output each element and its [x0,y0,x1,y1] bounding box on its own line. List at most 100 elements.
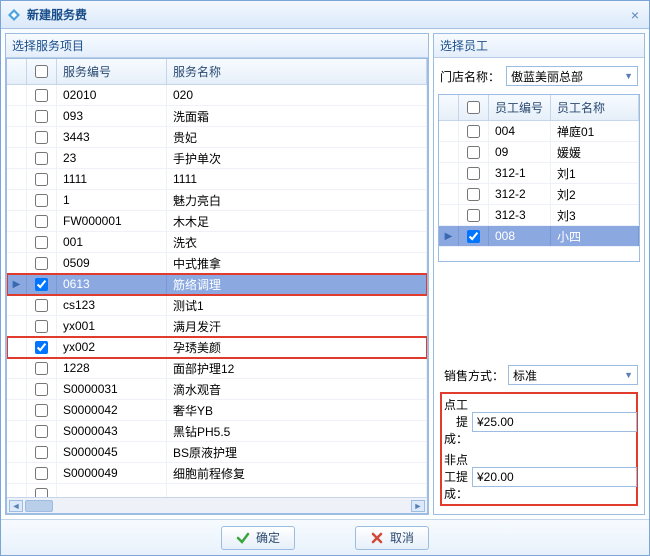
table-row[interactable]: 09媛媛 [439,142,639,163]
row-checkbox[interactable] [35,110,48,123]
table-row[interactable]: 004禅庭01 [439,121,639,142]
store-label: 门店名称： [440,68,500,85]
table-row[interactable]: 312-2刘2 [439,184,639,205]
commission2-input[interactable] [472,467,637,487]
row-checkbox[interactable] [35,278,48,291]
table-row[interactable]: S0000045BS原液护理 [7,442,427,463]
table-row[interactable]: 3443贵妃 [7,127,427,148]
row-checkbox-cell [459,184,489,204]
table-row[interactable]: ▶0613筋络调理 [7,274,427,295]
row-checkbox[interactable] [467,209,480,222]
row-checkbox[interactable] [35,152,48,165]
row-checkbox[interactable] [35,467,48,480]
row-checkbox[interactable] [467,230,480,243]
col-emp-name[interactable]: 员工名称 [551,95,639,120]
table-row[interactable]: 11111111 [7,169,427,190]
col-emp-code[interactable]: 员工编号 [489,95,551,120]
table-row[interactable]: 312-3刘3 [439,205,639,226]
row-checkbox[interactable] [35,89,48,102]
row-checkbox[interactable] [35,257,48,270]
row-indicator [439,163,459,183]
table-row[interactable]: 1魅力亮白 [7,190,427,211]
row-checkbox[interactable] [467,146,480,159]
check-all-employees[interactable] [467,101,480,114]
table-row[interactable]: S0000043黑钻PH5.5 [7,421,427,442]
table-row[interactable]: yx001满月发汗 [7,316,427,337]
row-checkbox[interactable] [35,236,48,249]
row-code: 0613 [57,274,167,294]
service-rows[interactable]: 02010020093洗面霜3443贵妃23手护单次111111111魅力亮白F… [7,85,427,497]
service-grid-header: 服务编号 服务名称 [7,59,427,85]
row-indicator [7,400,27,420]
table-row[interactable]: 23手护单次 [7,148,427,169]
close-icon[interactable]: × [627,7,643,23]
ok-button[interactable]: 确定 [221,526,295,550]
scroll-right-icon[interactable]: ► [411,500,425,512]
service-grid: 服务编号 服务名称 02010020093洗面霜3443贵妃23手护单次1111… [6,58,428,514]
row-checkbox[interactable] [35,215,48,228]
row-code: S0000031 [57,379,167,399]
scroll-thumb[interactable] [25,500,53,512]
row-indicator [7,232,27,252]
table-row[interactable]: FW000001木木足 [7,211,427,232]
row-code: S0000045 [57,442,167,462]
table-row[interactable]: 0509中式推拿 [7,253,427,274]
chevron-down-icon: ▼ [624,71,633,81]
row-name: 面部护理12 [167,358,427,378]
row-checkbox[interactable] [35,446,48,459]
row-name: 小四 [551,226,639,246]
scroll-left-icon[interactable]: ◄ [9,500,23,512]
row-name [167,484,427,497]
row-checkbox[interactable] [467,188,480,201]
service-body: 服务编号 服务名称 02010020093洗面霜3443贵妃23手护单次1111… [6,58,428,514]
row-checkbox-cell [27,463,57,483]
row-checkbox[interactable] [35,299,48,312]
row-checkbox[interactable] [35,488,48,498]
row-checkbox[interactable] [467,125,480,138]
row-checkbox-cell [27,274,57,294]
store-select[interactable]: 傲蓝美丽总部 ▼ [506,66,638,86]
row-checkbox[interactable] [35,404,48,417]
table-row[interactable]: 093洗面霜 [7,106,427,127]
row-checkbox[interactable] [35,194,48,207]
row-code: yx002 [57,337,167,357]
col-checkbox [459,95,489,120]
row-checkbox[interactable] [35,131,48,144]
table-row[interactable] [7,484,427,497]
commission1-input[interactable] [472,412,637,432]
commission-form: 销售方式： 标准 ▼ 点工提成： 非点工提成： [438,361,640,510]
table-row[interactable]: 1228面部护理12 [7,358,427,379]
row-code: yx001 [57,316,167,336]
row-checkbox-cell [27,379,57,399]
cancel-button[interactable]: 取消 [355,526,429,550]
row-checkbox-cell [27,211,57,231]
table-row[interactable]: 001洗衣 [7,232,427,253]
table-row[interactable]: S0000031滴水观音 [7,379,427,400]
row-checkbox[interactable] [35,425,48,438]
employee-rows[interactable]: 004禅庭0109媛媛312-1刘1312-2刘2312-3刘3▶008小四 [439,121,639,261]
table-row[interactable]: cs123测试1 [7,295,427,316]
table-row[interactable]: yx002孕琇美颜 [7,337,427,358]
table-row[interactable]: S0000042奢华YB [7,400,427,421]
col-service-code[interactable]: 服务编号 [57,59,167,84]
table-row[interactable]: ▶008小四 [439,226,639,247]
table-row[interactable]: S0000049细胞前程修复 [7,463,427,484]
table-row[interactable]: 02010020 [7,85,427,106]
row-indicator [7,85,27,105]
row-checkbox-cell [459,205,489,225]
employee-body: 门店名称： 傲蓝美丽总部 ▼ 员工编号 员工名称 004禅庭0109媛媛312-… [434,58,644,514]
row-checkbox[interactable] [35,383,48,396]
row-checkbox[interactable] [35,173,48,186]
table-row[interactable]: 312-1刘1 [439,163,639,184]
row-checkbox[interactable] [35,341,48,354]
row-checkbox[interactable] [35,320,48,333]
sale-mode-select[interactable]: 标准 ▼ [508,365,638,385]
check-all-services[interactable] [35,65,48,78]
row-checkbox[interactable] [467,167,480,180]
col-service-name[interactable]: 服务名称 [167,59,427,84]
col-checkbox [27,59,57,84]
h-scrollbar[interactable]: ◄ ► [7,497,427,513]
row-checkbox[interactable] [35,362,48,375]
row-indicator: ▶ [7,274,27,294]
row-indicator [7,337,27,357]
